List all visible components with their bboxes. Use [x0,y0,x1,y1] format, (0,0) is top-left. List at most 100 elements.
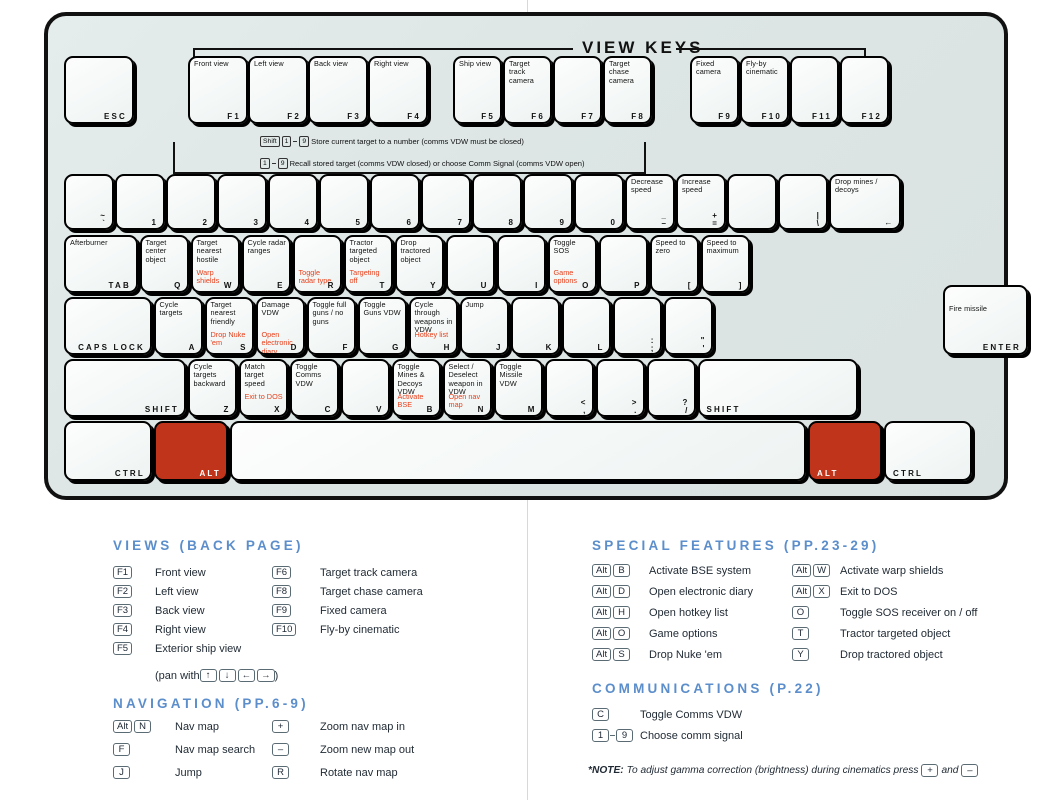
legend-key-t[interactable]: T [792,627,809,640]
key-tab[interactable]: Afterburner TAB [64,235,138,293]
key-esc[interactable]: ESC [64,56,134,124]
legend-key-[interactable]: ↓ [218,669,236,682]
key-ctrl-right[interactable]: CTRL [884,421,972,481]
legend-key-f4[interactable]: F4 [113,623,133,636]
key-num-4[interactable]: 4 [268,174,318,230]
legend-key-j[interactable]: J [113,766,130,779]
legend-key-alt[interactable]: Alt [792,585,812,598]
legend-key-o[interactable]: O [613,627,631,640]
legend-key-alt[interactable]: Alt [592,585,612,598]
key-n[interactable]: Select / Deselect weapon in VDW Open nav … [442,359,492,417]
key-decrease-speed[interactable]: Decrease speed _ – [625,174,675,230]
key-num-10[interactable]: 0 [574,174,624,230]
legend-key-1[interactable]: 1 [592,729,609,742]
key-f7[interactable]: F7 [553,56,602,124]
key-num-8[interactable]: 8 [472,174,522,230]
legend-key-alt[interactable]: Alt [592,564,612,577]
key-[interactable]: ? / [646,359,696,417]
key-m[interactable]: Toggle Missile VDW M [493,359,543,417]
legend-key-r[interactable]: R [272,766,289,779]
key-[interactable]: <, [544,359,594,417]
key-k[interactable]: K [510,297,560,355]
key-w[interactable]: Target nearest hostile Warp shields W [190,235,240,293]
legend-key-f5[interactable]: F5 [113,642,133,655]
legend-key-s[interactable]: S [613,648,631,661]
key-z[interactable]: Cycle targets backward Z [187,359,237,417]
legend-key-alt[interactable]: Alt [113,720,133,733]
legend-key-f3[interactable]: F3 [113,604,133,617]
legend-key-o[interactable]: O [792,606,809,619]
key-num-13[interactable] [727,174,777,230]
legend-key-alt[interactable]: Alt [592,606,612,619]
legend-key-f9[interactable]: F9 [272,604,292,617]
key-[interactable]: :; [612,297,662,355]
key-shift-right[interactable]: SHIFT [697,359,858,417]
key-num-1[interactable]: 1 [115,174,165,230]
legend-key-f[interactable]: F [113,743,130,756]
key-y[interactable]: Drop tractored object Y [394,235,444,293]
key-num-2[interactable]: 2 [166,174,216,230]
key-num-5[interactable]: 5 [319,174,369,230]
legend-key-f6[interactable]: F6 [272,566,292,579]
key-num-14[interactable]: | \ [778,174,828,230]
key-h[interactable]: Cycle through weapons in VDW Hotkey list H [408,297,458,355]
legend-key-f10[interactable]: F10 [272,623,297,636]
key-p[interactable]: P [598,235,648,293]
key-d[interactable]: Damage VDW Open electronic diary D [255,297,305,355]
key-l[interactable]: L [561,297,611,355]
legend-key-alt[interactable]: Alt [592,627,612,640]
key-alt-right[interactable]: ALT [808,421,882,481]
legend-key-y[interactable]: Y [792,648,809,661]
legend-key-f2[interactable]: F2 [113,585,133,598]
legend-key-c[interactable]: C [592,708,609,721]
key-[interactable]: Speed to maximum] [700,235,750,293]
key-num-6[interactable]: 6 [370,174,420,230]
legend-key-f8[interactable]: F8 [272,585,292,598]
legend-key-plus[interactable]: + [921,764,939,777]
key-f9[interactable]: Fixed camera F9 [690,56,739,124]
legend-key-minus[interactable]: – [961,764,979,777]
legend-key-f1[interactable]: F1 [113,566,133,579]
key-f11[interactable]: F11 [790,56,839,124]
key-drop-mines-decoys[interactable]: Drop mines / decoys ← [829,174,901,230]
key-f6[interactable]: Target track camera F6 [503,56,552,124]
key-a[interactable]: Cycle targets A [153,297,203,355]
key-x[interactable]: Match target speed Exit to DOS X [238,359,288,417]
key-shift-left[interactable]: SHIFT [64,359,186,417]
legend-key-9[interactable]: 9 [616,729,633,742]
key-u[interactable]: U [445,235,495,293]
key-num-9[interactable]: 9 [523,174,573,230]
key-v[interactable]: V [340,359,390,417]
legend-key-[interactable]: – [272,743,289,756]
legend-key-alt[interactable]: Alt [592,648,612,661]
key-f12[interactable]: F12 [840,56,889,124]
key-f4[interactable]: Right view F4 [368,56,428,124]
key-enter[interactable]: Fire missile ENTER [943,285,1028,355]
key-num-3[interactable]: 3 [217,174,267,230]
key-[interactable]: >. [595,359,645,417]
key-num-7[interactable]: 7 [421,174,471,230]
key-g[interactable]: Toggle Guns VDW G [357,297,407,355]
key-q[interactable]: Target center object Q [139,235,189,293]
key-t[interactable]: Tractor targeted object Targeting off T [343,235,393,293]
legend-key-[interactable]: → [257,669,275,682]
key-o[interactable]: Toggle SOS Game options O [547,235,597,293]
key-alt-left[interactable]: ALT [154,421,228,481]
key-f10[interactable]: Fly-by cinematic F10 [740,56,789,124]
key-f[interactable]: Toggle full guns / no guns F [306,297,356,355]
key-f1[interactable]: Front view F1 [188,56,248,124]
key-increase-speed[interactable]: Increase speed + = [676,174,726,230]
legend-key-d[interactable]: D [613,585,631,598]
key-num-0[interactable]: ~ ` [64,174,114,230]
key-i[interactable]: I [496,235,546,293]
legend-key-[interactable]: ← [237,669,256,682]
key-ctrl-left[interactable]: CTRL [64,421,152,481]
key-s[interactable]: Target nearest friendly Drop Nuke 'em S [204,297,254,355]
key-f3[interactable]: Back view F3 [308,56,368,124]
legend-key-n[interactable]: N [134,720,152,733]
key-f8[interactable]: Target chase camera F8 [603,56,652,124]
legend-key-h[interactable]: H [613,606,631,619]
key-b[interactable]: Toggle Mines & Decoys VDW Activate BSE B [391,359,441,417]
legend-key-x[interactable]: X [813,585,831,598]
legend-key-b[interactable]: B [613,564,631,577]
